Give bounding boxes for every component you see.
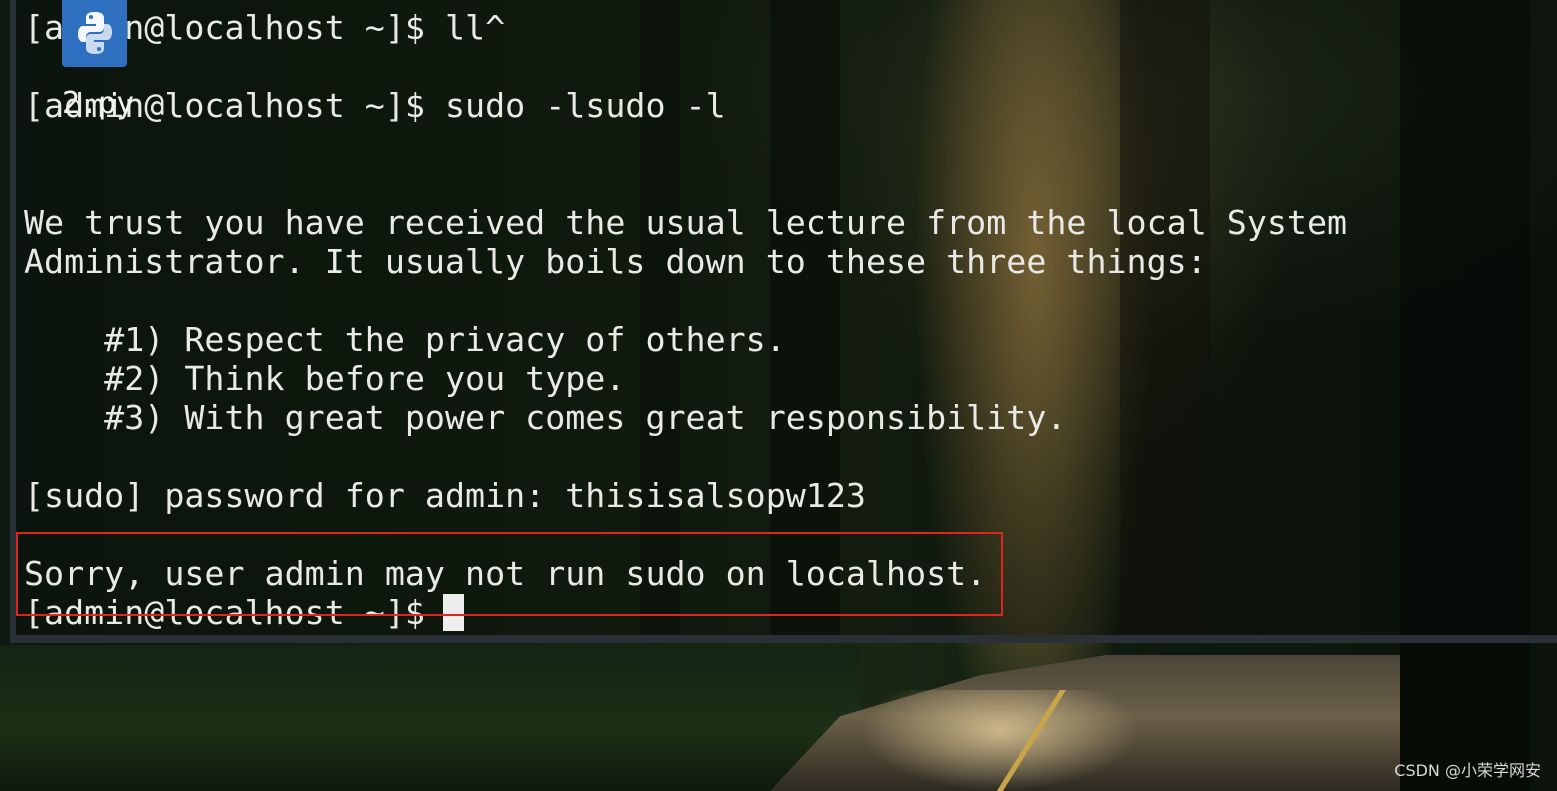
terminal-line: #1) Respect the privacy of others. <box>24 320 786 359</box>
annotation-highlight-box <box>16 532 1003 616</box>
terminal-line: #2) Think before you type. <box>24 359 626 398</box>
python-file-icon[interactable] <box>62 0 127 67</box>
watermark: CSDN @小荣学网安 <box>1394 761 1541 780</box>
file-label: 2.py <box>62 86 135 121</box>
terminal-line: We trust you have received the usual lec… <box>24 203 1348 242</box>
road-light <box>860 690 1140 791</box>
terminal-line: [sudo] password for admin: thisisalsopw1… <box>24 476 866 515</box>
forest-floor <box>0 645 860 791</box>
terminal-line: Administrator. It usually boils down to … <box>24 242 1207 281</box>
python-logo-icon <box>78 12 112 54</box>
terminal-line: #3) With great power comes great respons… <box>24 398 1067 437</box>
